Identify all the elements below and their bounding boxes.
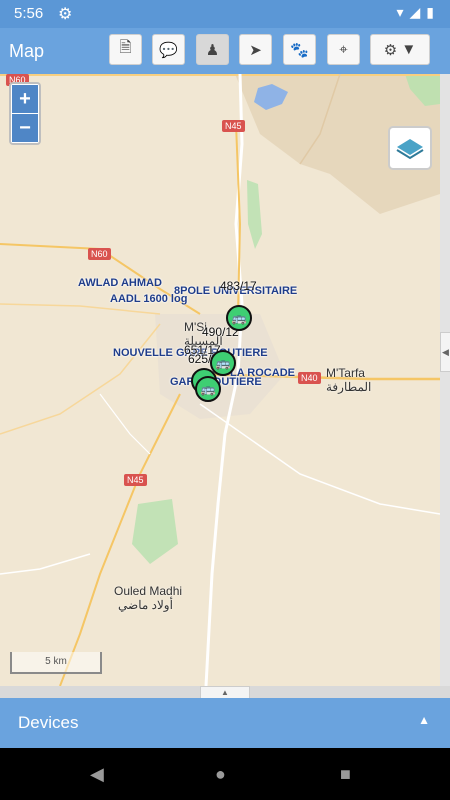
report-button[interactable]: 🗎 [109, 34, 142, 65]
expand-devices-icon[interactable]: ▲ [418, 713, 430, 727]
wifi-icon: ▾ [396, 4, 410, 20]
bottom-panel-handle: ▲ [0, 686, 450, 698]
person-icon: ♟ [205, 41, 220, 59]
system-nav-bar: ◀ ● ■ [0, 748, 450, 800]
paw-icon: 🐾 [290, 41, 309, 59]
city-label-mtarfa-ar: المطارفة [326, 380, 372, 394]
chat-icon: 💬 [159, 41, 178, 59]
follow-button[interactable]: ➤ [239, 34, 272, 65]
locate-button[interactable]: ⌖ [327, 34, 360, 65]
road-shield-n45-south: N45 [124, 474, 147, 486]
layers-button[interactable] [388, 126, 432, 170]
page-title: Map [9, 41, 45, 61]
city-label-ouled-madhi-ar: أولاد ماضي [118, 598, 173, 612]
back-icon[interactable]: ◀ [90, 764, 104, 785]
road-shield-n40: N40 [298, 372, 321, 384]
side-panel-handle: ◀ [440, 74, 450, 686]
home-icon[interactable]: ● [215, 764, 226, 785]
bus-icon: 🚌 [215, 356, 231, 370]
recents-icon[interactable]: ■ [340, 764, 351, 785]
zoom-out-button[interactable]: − [12, 114, 38, 142]
vehicle-marker[interactable]: 🚌 [226, 305, 252, 331]
system-icons: ▾◢▮ [396, 4, 440, 21]
zoom-control: + − [9, 82, 41, 145]
expand-side-panel-button[interactable]: ◀ [440, 332, 450, 372]
bus-icon: 🚌 [200, 382, 216, 396]
bus-icon: 🚌 [231, 311, 247, 325]
chevron-left-icon: ◀ [442, 346, 449, 357]
expand-bottom-panel-button[interactable]: ▲ [200, 686, 250, 698]
signal-icon: ◢ [409, 4, 427, 20]
layers-icon [396, 139, 424, 160]
city-label-ouled-madhi: Ouled Madhi [114, 584, 183, 598]
status-bar: 5:56 ⚙ ▾◢▮ [0, 0, 450, 28]
devices-label: Devices [18, 713, 79, 732]
devices-panel-header[interactable]: Devices ▲ [0, 698, 450, 748]
device-label-awlad-ahmad[interactable]: AWLAD AHMAD [78, 277, 162, 289]
commands-button[interactable]: 💬 [152, 34, 185, 65]
status-time: 5:56 [14, 5, 44, 22]
app-bar: Map 🗎 💬 ♟ ➤ 🐾 ⌖ ⚙ ▼ [0, 28, 450, 74]
zoom-in-button[interactable]: + [12, 85, 38, 113]
settings-dropdown-button[interactable]: ⚙ ▼ [370, 34, 430, 65]
street-view-button[interactable]: ♟ [196, 34, 229, 65]
battery-icon: ▮ [426, 4, 440, 20]
settings-notification-icon: ⚙ [58, 6, 73, 23]
vehicle-number-1[interactable]: 483/17 [220, 279, 257, 293]
city-label-mtarfa: M'Tarfa [326, 366, 365, 380]
scale-bar: 5 km [10, 652, 102, 674]
caret-down-icon: ▼ [401, 41, 417, 58]
navigation-arrow-icon: ➤ [249, 41, 262, 59]
history-button[interactable]: 🐾 [283, 34, 316, 65]
chevron-up-icon: ▲ [221, 688, 229, 697]
gear-icon: ⚙ [383, 41, 398, 59]
document-icon: 🗎 [119, 39, 132, 56]
road-shield-n45-top: N45 [222, 120, 245, 132]
map-view[interactable]: N60 N45 N60 N40 N45 + − AWLAD AHMAD AADL… [0, 74, 440, 686]
crosshair-icon: ⌖ [339, 41, 348, 58]
vehicle-marker[interactable]: 🚌 [195, 376, 221, 402]
road-shield-n60: N60 [88, 248, 111, 260]
